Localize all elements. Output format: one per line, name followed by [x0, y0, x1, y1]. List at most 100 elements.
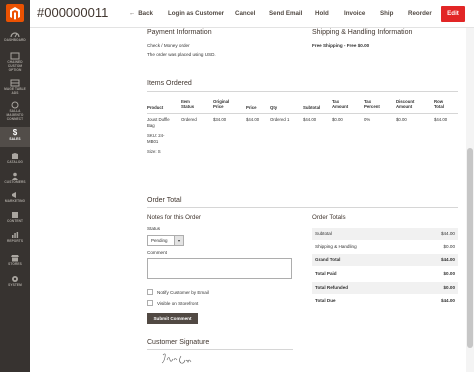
store-icon [11, 255, 19, 262]
scrollbar-thumb[interactable] [467, 148, 473, 348]
product-option-size: Size: S [147, 149, 161, 154]
payment-currency-note: The order was placed using USD. [147, 52, 216, 57]
hold-button[interactable]: Hold [315, 6, 329, 22]
sidebar-item-sales[interactable]: $ SALES [0, 127, 30, 147]
sidebar-item-salla-magento-connect[interactable]: SALLA MAGENTO CONNECT [0, 101, 30, 123]
price: $44.00 [246, 117, 260, 122]
sidebar-label: STORES [8, 262, 22, 266]
section-divider [147, 349, 293, 350]
product-name: Joust Duffle Bag [147, 117, 170, 128]
totals-value: $44.00 [440, 257, 455, 262]
tax-amount: $0.00 [332, 117, 343, 122]
back-button[interactable]: ← Back [129, 6, 153, 22]
sidebar-item-marketing[interactable]: MARKETING [0, 191, 30, 207]
sidebar-label: MAGE TABLE ADS [4, 87, 26, 95]
sidebar-label: SYSTEM [8, 283, 22, 287]
status-select[interactable]: Pending ▾ [147, 235, 184, 246]
table-icon [10, 79, 20, 87]
reorder-button[interactable]: Reorder [408, 6, 432, 22]
status-select-value: Pending [151, 238, 168, 243]
admin-sidebar: DASHBOARD CHAINED CUSTOM OPTION MAGE TAB… [0, 0, 30, 372]
bar-chart-icon [12, 232, 19, 238]
dollar-icon: $ [12, 128, 18, 137]
send-email-button[interactable]: Send Email [269, 6, 302, 22]
sidebar-item-content[interactable]: CONTENT [0, 211, 30, 227]
sidebar-label: CHAINED CUSTOM OPTION [7, 60, 23, 72]
sidebar-label: REPORTS [6, 239, 24, 243]
person-icon [12, 172, 18, 180]
notify-customer-checkbox[interactable] [147, 289, 153, 295]
login-as-customer-button[interactable]: Login as Customer [168, 6, 224, 22]
totals-row-total-refunded: Total Refunded $0.00 [312, 282, 458, 294]
sidebar-label: SALES [9, 137, 21, 141]
notes-heading: Notes for this Order [147, 214, 201, 221]
chain-icon [10, 52, 20, 60]
customer-signature-heading: Customer Signature [147, 339, 210, 346]
notify-customer-label: Notify Customer by Email [157, 290, 209, 295]
comment-textarea[interactable] [147, 258, 292, 279]
sidebar-item-stores[interactable]: STORES [0, 254, 30, 270]
visible-on-storefront-checkbox[interactable] [147, 300, 153, 306]
order-view-content: Payment Information Check / Money order … [30, 28, 474, 372]
page-header: #000000011 ← Back Login as Customer Cance… [30, 0, 474, 28]
table-header-divider [147, 113, 458, 114]
sidebar-item-dashboard[interactable]: DASHBOARD [0, 30, 30, 46]
totals-label: Total Paid [315, 271, 337, 276]
submit-comment-button[interactable]: Submit Comment [147, 313, 198, 324]
arrow-left-icon: ← [129, 10, 136, 17]
comment-label: Comment [147, 250, 167, 255]
ship-button[interactable]: Ship [380, 6, 393, 22]
totals-value: $44.00 [440, 231, 455, 236]
box-icon [12, 153, 18, 159]
shipping-heading: Shipping & Handling Information [312, 29, 413, 36]
row-total: $44.00 [434, 117, 448, 122]
column-header: Tax Percent [364, 99, 380, 109]
cancel-button[interactable]: Cancel [235, 6, 255, 22]
page-scrollbar[interactable] [466, 28, 474, 372]
connect-icon [11, 101, 19, 109]
sidebar-item-mage-table-ads[interactable]: MAGE TABLE ADS [0, 79, 30, 97]
edit-button[interactable]: Edit [441, 6, 465, 22]
column-header: Discount Amount [396, 99, 415, 109]
sidebar-item-reports[interactable]: REPORTS [0, 231, 30, 247]
totals-row-grand-total: Grand Total $44.00 [312, 254, 458, 266]
qty: Ordered 1 [270, 117, 290, 122]
column-header: Tax Amount [332, 99, 349, 109]
page-title: #000000011 [37, 5, 109, 20]
totals-row-total-paid: Total Paid $0.00 [312, 268, 458, 280]
visible-on-storefront-label: Visible on Storefront [157, 301, 199, 306]
chevron-down-icon: ▾ [174, 236, 183, 245]
totals-label: Total Refunded [315, 285, 349, 290]
totals-value: $0.00 [443, 271, 456, 276]
sidebar-item-catalog[interactable]: CATALOG [0, 152, 30, 168]
sidebar-item-chained-custom-option[interactable]: CHAINED CUSTOM OPTION [0, 52, 30, 74]
section-divider [147, 207, 458, 208]
column-header: Row Total [434, 99, 444, 109]
magento-logo-icon[interactable] [6, 4, 24, 22]
item-status: Ordered [181, 117, 197, 122]
original-price: $34.00 [213, 117, 227, 122]
sidebar-label: CONTENT [6, 219, 24, 223]
totals-label: Grand Total [315, 257, 341, 262]
sidebar-label: MARKETING [4, 199, 26, 203]
totals-row-subtotal: Subtotal $44.00 [312, 228, 458, 240]
section-divider [147, 91, 458, 92]
totals-label: Shipping & Handling [315, 244, 357, 249]
layout-icon [12, 212, 18, 218]
column-header: Item Status [181, 99, 195, 109]
sidebar-item-system[interactable]: SYSTEM [0, 275, 30, 291]
sidebar-item-customers[interactable]: CUSTOMERS [0, 172, 30, 188]
subtotal: $44.00 [303, 117, 317, 122]
column-header: Qty [270, 105, 278, 110]
totals-value: $44.00 [440, 298, 455, 303]
totals-label: Subtotal [315, 231, 332, 236]
back-label: Back [138, 10, 153, 17]
order-total-heading: Order Total [147, 197, 182, 204]
dashboard-icon [10, 32, 20, 38]
column-header: Original Price [213, 99, 230, 109]
sidebar-label: DASHBOARD [4, 38, 26, 42]
column-header: Price [246, 105, 257, 110]
sidebar-label: CATALOG [7, 160, 23, 164]
invoice-button[interactable]: Invoice [344, 6, 365, 22]
payment-method: Check / Money order [147, 43, 190, 48]
